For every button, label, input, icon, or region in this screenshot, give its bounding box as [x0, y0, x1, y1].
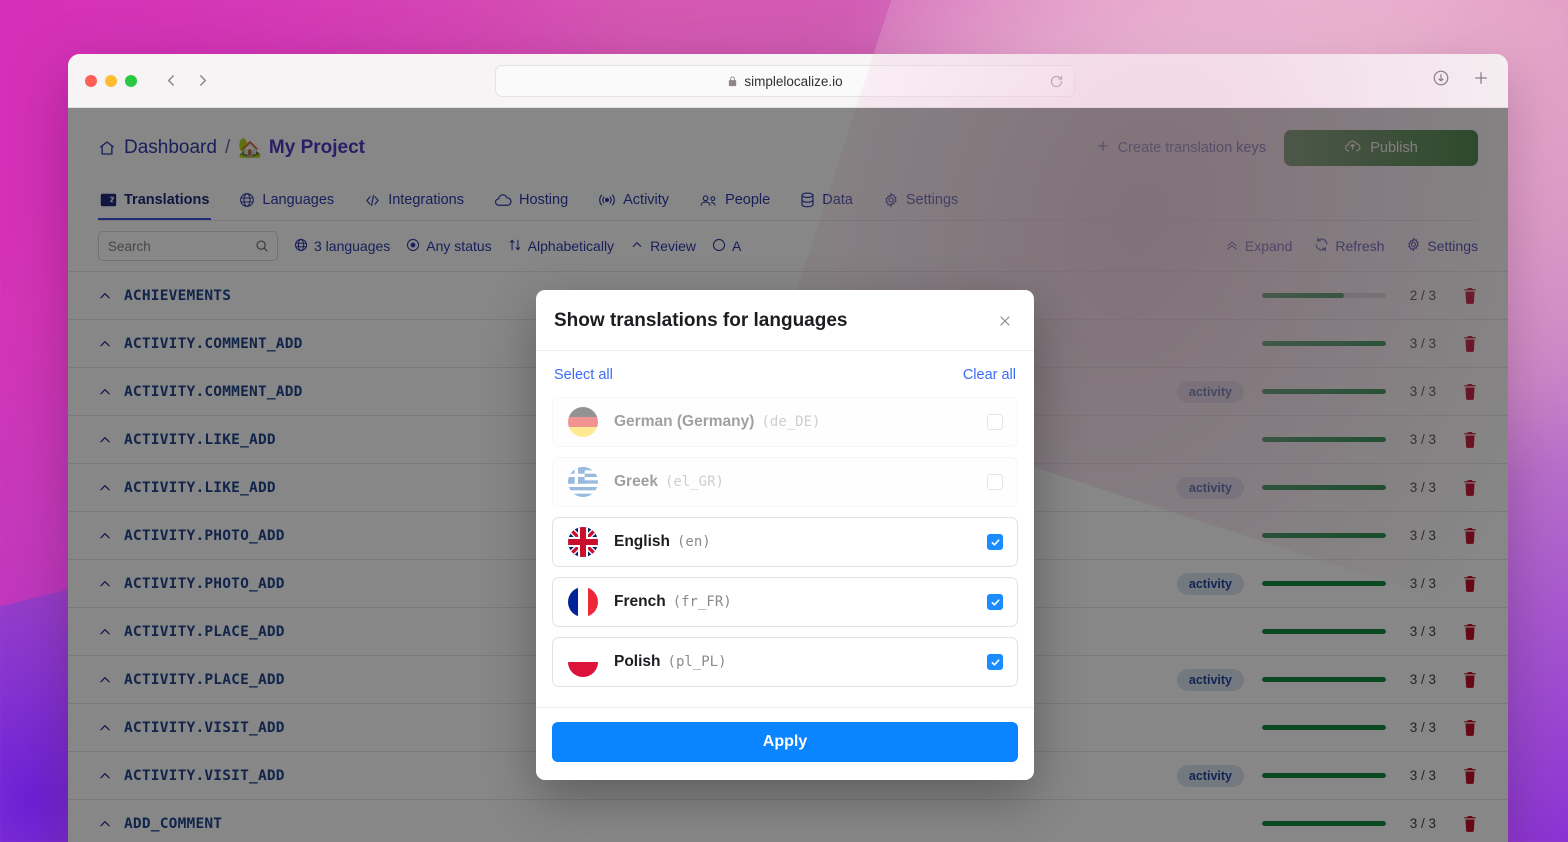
browser-chrome: simplelocalize.io [68, 54, 1508, 108]
language-checkbox[interactable] [987, 594, 1003, 610]
close-window-button[interactable] [85, 74, 97, 87]
languages-modal: Show translations for languages Select a… [536, 290, 1034, 780]
forward-button[interactable] [194, 72, 211, 89]
app-content: Dashboard / 🏡 My Project Create translat… [68, 108, 1508, 842]
browser-window: simplelocalize.io Dashboard / 🏡 My Proje… [68, 54, 1508, 842]
address-bar[interactable]: simplelocalize.io [495, 65, 1075, 97]
select-all-button[interactable]: Select all [554, 367, 613, 383]
modal-footer: Apply [536, 707, 1034, 780]
reload-icon[interactable] [1049, 74, 1064, 89]
flag-gb-icon [568, 527, 598, 557]
flag-de-icon [568, 407, 598, 437]
modal-title: Show translations for languages [554, 310, 848, 331]
maximize-window-button[interactable] [125, 74, 137, 87]
language-checkbox[interactable] [987, 534, 1003, 550]
clear-all-button[interactable]: Clear all [963, 367, 1016, 383]
language-row[interactable]: English (en) [552, 517, 1018, 567]
language-checkbox[interactable] [987, 474, 1003, 490]
language-name: Greek [614, 473, 658, 490]
flag-pl-icon [568, 647, 598, 677]
language-code: (el_GR) [664, 474, 724, 490]
language-row[interactable]: Polish (pl_PL) [552, 637, 1018, 687]
language-list: German (Germany) (de_DE) Greek (el_GR) Engli… [552, 397, 1018, 687]
close-icon[interactable] [994, 310, 1016, 332]
apply-button[interactable]: Apply [552, 722, 1018, 762]
lock-icon [727, 75, 738, 88]
url-text: simplelocalize.io [744, 73, 843, 89]
flag-gr-icon [568, 467, 598, 497]
language-row[interactable]: French (fr_FR) [552, 577, 1018, 627]
language-name: German (Germany) [614, 413, 755, 430]
select-controls: Select all Clear all [552, 365, 1018, 397]
language-name: Polish [614, 653, 661, 670]
language-name: French [614, 593, 666, 610]
download-icon[interactable] [1432, 69, 1450, 92]
language-code: (de_DE) [761, 414, 821, 430]
language-code: (pl_PL) [667, 654, 727, 670]
language-checkbox[interactable] [987, 414, 1003, 430]
language-row[interactable]: German (Germany) (de_DE) [552, 397, 1018, 447]
language-code: (en) [676, 534, 711, 550]
back-button[interactable] [163, 72, 180, 89]
language-checkbox[interactable] [987, 654, 1003, 670]
language-name: English [614, 533, 670, 550]
minimize-window-button[interactable] [105, 74, 117, 87]
window-controls [85, 74, 137, 87]
modal-body: Select all Clear all German (Germany) (de… [536, 351, 1034, 707]
language-code: (fr_FR) [672, 594, 732, 610]
new-tab-icon[interactable] [1472, 69, 1490, 92]
language-row[interactable]: Greek (el_GR) [552, 457, 1018, 507]
flag-fr-icon [568, 587, 598, 617]
modal-header: Show translations for languages [536, 290, 1034, 351]
